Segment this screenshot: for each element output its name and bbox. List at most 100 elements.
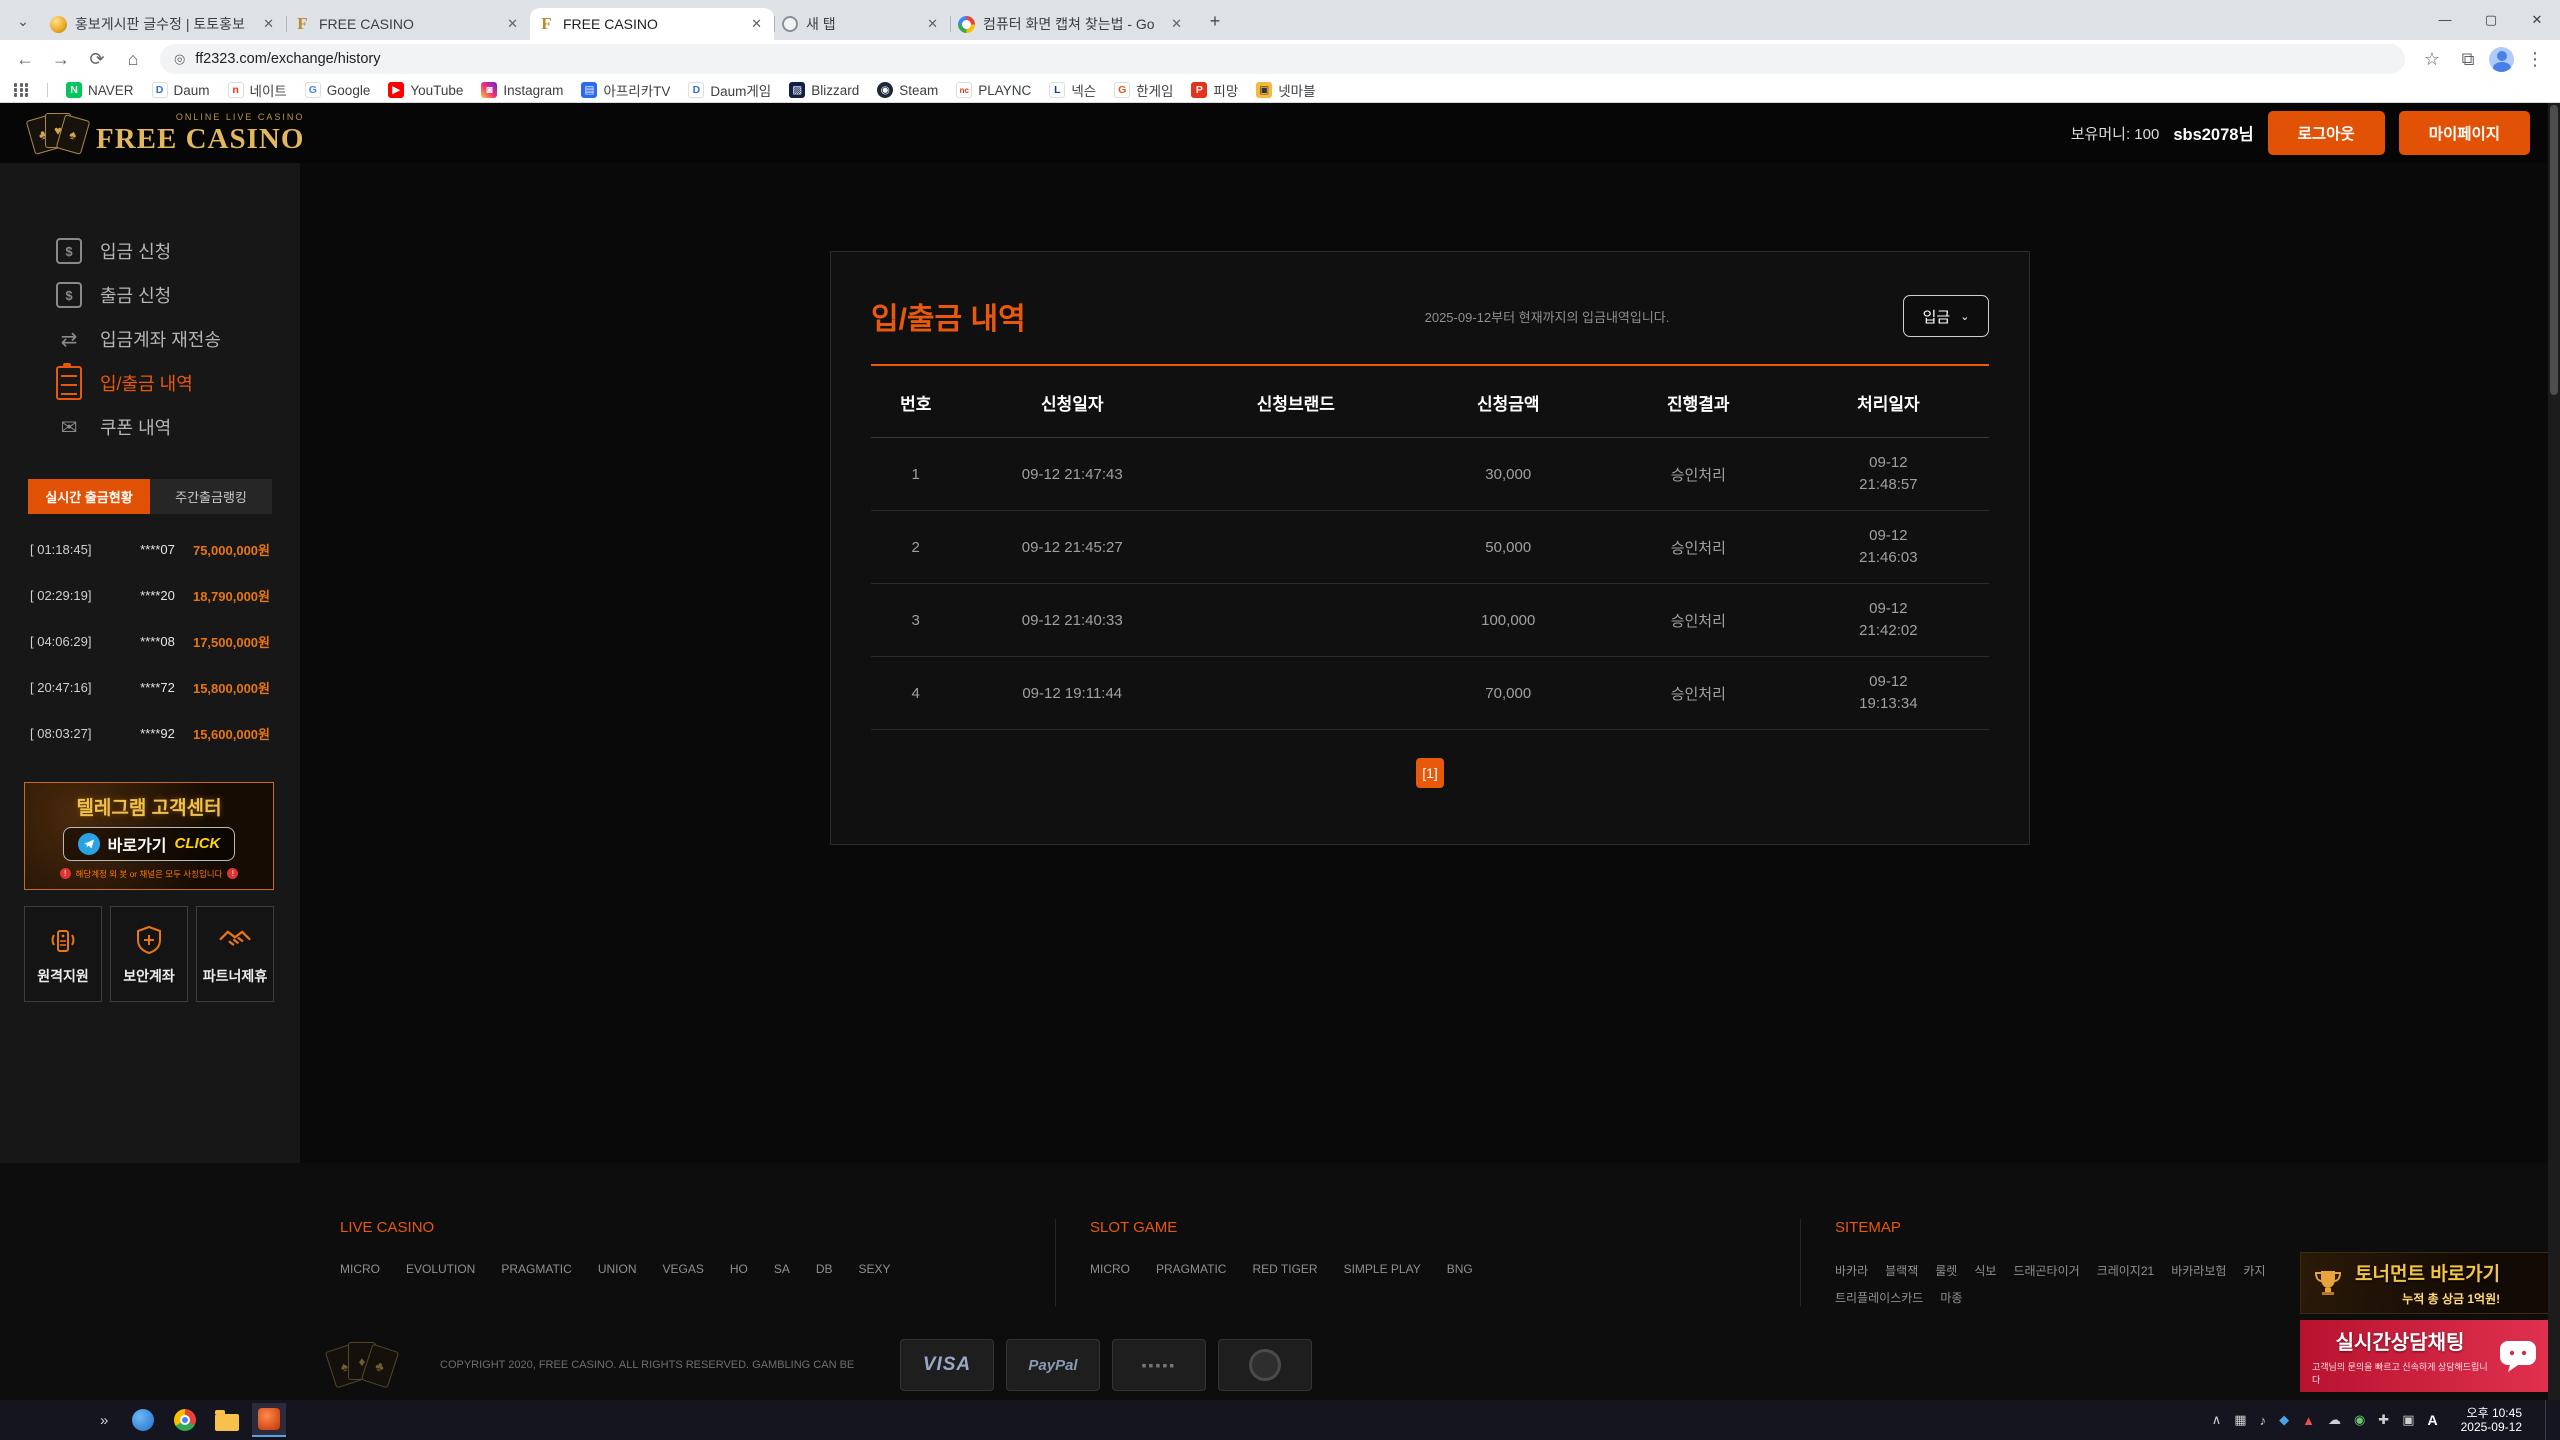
footer-link[interactable]: SEXY	[859, 1262, 891, 1276]
bookmark-daum[interactable]: DDaum	[152, 82, 210, 98]
bookmark-pmang[interactable]: P피망	[1191, 80, 1238, 100]
bookmark-instagram[interactable]: ◙Instagram	[481, 82, 563, 98]
tab-close-icon[interactable]: ✕	[259, 14, 278, 34]
tab-free-casino-active[interactable]: F FREE CASINO ✕	[530, 8, 774, 40]
show-desktop-button[interactable]	[2545, 1400, 2552, 1440]
scrollbar-thumb[interactable]	[2550, 105, 2558, 395]
footer-link[interactable]: 크레이지21	[2097, 1262, 2155, 1279]
partner-box[interactable]: 파트너제휴	[196, 906, 274, 1002]
tray-icon[interactable]: ▣	[2402, 1412, 2414, 1428]
bookmark-nexon[interactable]: L넥슨	[1049, 80, 1096, 100]
footer-link[interactable]: 블랙잭	[1885, 1262, 1918, 1279]
tab-close-icon[interactable]: ✕	[503, 14, 522, 34]
language-indicator[interactable]: A	[2427, 1412, 2437, 1428]
logout-button[interactable]: 로그아웃	[2268, 111, 2385, 155]
mypage-button[interactable]: 마이페이지	[2399, 111, 2530, 155]
forward-icon[interactable]: →	[46, 44, 76, 74]
footer-link[interactable]: SA	[774, 1262, 790, 1276]
footer-link[interactable]: HO	[730, 1262, 748, 1276]
apps-grid-icon[interactable]	[14, 83, 29, 96]
tab-new-tab[interactable]: 새 탭 ✕	[774, 8, 950, 40]
tray-icon[interactable]: ☁	[2328, 1412, 2341, 1428]
footer-link[interactable]: MICRO	[340, 1262, 380, 1276]
page-scrollbar[interactable]	[2548, 103, 2560, 1400]
url-text[interactable]: ff2323.com/exchange/history	[195, 51, 380, 67]
live-chat-banner[interactable]: 실시간상담채팅 고객님의 문의을 빠르고 신속하게 상담해드립니다	[2300, 1320, 2550, 1392]
tab-close-icon[interactable]: ✕	[747, 14, 766, 34]
tab-free-casino-1[interactable]: F FREE CASINO ✕	[286, 8, 530, 40]
remote-support-box[interactable]: 원격지원	[24, 906, 102, 1002]
tray-icon[interactable]: ◆	[2279, 1412, 2289, 1428]
footer-link[interactable]: PRAGMATIC	[501, 1262, 571, 1276]
bookmark-afreecatv[interactable]: ▤아프리카TV	[581, 80, 670, 100]
footer-link[interactable]: UNION	[598, 1262, 637, 1276]
bookmark-daumgame[interactable]: DDaum게임	[688, 80, 771, 100]
bookmark-blizzard[interactable]: ▨Blizzard	[789, 82, 859, 98]
footer-link[interactable]: VEGAS	[662, 1262, 703, 1276]
tray-icon[interactable]: ▲	[2302, 1413, 2315, 1428]
footer-link[interactable]: DB	[816, 1262, 833, 1276]
bookmark-star-icon[interactable]: ☆	[2417, 44, 2447, 74]
sidebar-item-coupon[interactable]: ✉ 쿠폰 내역	[0, 405, 300, 449]
extensions-icon[interactable]: ⧉	[2453, 44, 2483, 74]
sidebar-item-deposit[interactable]: $ 입금 신청	[0, 229, 300, 273]
footer-link[interactable]: 카지	[2243, 1262, 2265, 1279]
sidebar-item-withdraw[interactable]: $ 출금 신청	[0, 273, 300, 317]
type-filter-select[interactable]: 입금 ⌄	[1903, 295, 1989, 337]
footer-link[interactable]: 드래곤타이거	[2013, 1262, 2079, 1279]
taskbar-chrome-icon[interactable]	[168, 1403, 202, 1437]
page-1-button[interactable]: [1]	[1416, 758, 1444, 788]
site-info-icon[interactable]: ◎	[174, 51, 185, 67]
telegram-go-button[interactable]: 바로가기 CLICK	[63, 827, 236, 861]
tab-weekly-ranking[interactable]: 주간출금랭킹	[150, 479, 272, 514]
sidebar-item-history[interactable]: 입/출금 내역	[0, 361, 300, 405]
tab-close-icon[interactable]: ✕	[1167, 14, 1186, 34]
tray-icon[interactable]: ✚	[2378, 1412, 2389, 1428]
taskbar-explorer-icon[interactable]	[210, 1403, 244, 1437]
taskbar-whale-icon[interactable]	[126, 1403, 160, 1437]
bookmark-steam[interactable]: ◉Steam	[877, 82, 938, 98]
profile-avatar[interactable]	[2489, 47, 2514, 72]
taskbar-clock[interactable]: 오후 10:45 2025-09-12	[2451, 1406, 2532, 1434]
taskbar-overflow-chevron[interactable]: »	[100, 1412, 108, 1429]
telegram-banner[interactable]: 텔레그램 고객센터 바로가기 CLICK ! 해당계정 외 봇 or 채널은 모…	[24, 782, 274, 890]
bookmark-naver[interactable]: NNAVER	[66, 82, 134, 98]
bookmark-hangame[interactable]: G한게임	[1114, 80, 1173, 100]
bookmark-netmarble[interactable]: ▣넷마블	[1256, 80, 1315, 100]
close-button[interactable]: ✕	[2514, 0, 2560, 40]
tab-google-search[interactable]: 컴퓨터 화면 캡쳐 찾는법 - Go ✕	[950, 8, 1194, 40]
footer-link[interactable]: 마종	[1940, 1289, 1962, 1306]
footer-link[interactable]: 룰렛	[1935, 1262, 1957, 1279]
tab-search-icon[interactable]: ⌄	[8, 6, 38, 36]
minimize-button[interactable]: —	[2422, 0, 2468, 40]
tab-promo-board[interactable]: 홍보게시판 글수정 | 토토홍보 ✕	[42, 8, 286, 40]
footer-link[interactable]: BNG	[1447, 1262, 1473, 1276]
bookmark-google[interactable]: GGoogle	[305, 82, 371, 98]
bookmark-nate[interactable]: n네이트	[228, 80, 287, 100]
footer-link[interactable]: PRAGMATIC	[1156, 1262, 1226, 1276]
address-bar[interactable]: ◎ ff2323.com/exchange/history	[160, 44, 2405, 74]
reload-icon[interactable]: ⟳	[82, 44, 112, 74]
maximize-button[interactable]: ▢	[2468, 0, 2514, 40]
browser-menu-icon[interactable]: ⋮	[2520, 44, 2550, 74]
back-icon[interactable]: ←	[10, 44, 40, 74]
footer-link[interactable]: EVOLUTION	[406, 1262, 475, 1276]
site-logo[interactable]: ♣♥♠ ONLINE LIVE CASINO FREE CASINO	[28, 111, 304, 155]
tray-icon[interactable]: ▦	[2234, 1412, 2246, 1428]
secure-account-box[interactable]: 보안계좌	[110, 906, 188, 1002]
footer-link[interactable]: 트리플레이스카드	[1835, 1289, 1923, 1306]
home-icon[interactable]: ⌂	[118, 44, 148, 74]
tray-hidden-icons-chevron[interactable]: ∧	[2212, 1412, 2222, 1428]
taskbar-active-app-icon[interactable]	[252, 1403, 286, 1437]
new-tab-button[interactable]: +	[1200, 6, 1230, 36]
footer-link[interactable]: SIMPLE PLAY	[1344, 1262, 1421, 1276]
tray-icon[interactable]: ♪	[2260, 1413, 2267, 1428]
tab-close-icon[interactable]: ✕	[923, 14, 942, 34]
tray-icon[interactable]: ◉	[2354, 1412, 2365, 1428]
footer-link[interactable]: 바카라	[1835, 1262, 1868, 1279]
footer-link[interactable]: 바카라보험	[2171, 1262, 2226, 1279]
footer-link[interactable]: 식보	[1974, 1262, 1996, 1279]
sidebar-item-resend-account[interactable]: ⇄ 입금계좌 재전송	[0, 317, 300, 361]
tournament-banner[interactable]: 토너먼트 바로가기 누적 총 상금 1억원!	[2300, 1252, 2550, 1314]
bookmark-plaync[interactable]: ncPLAYNC	[956, 82, 1031, 98]
